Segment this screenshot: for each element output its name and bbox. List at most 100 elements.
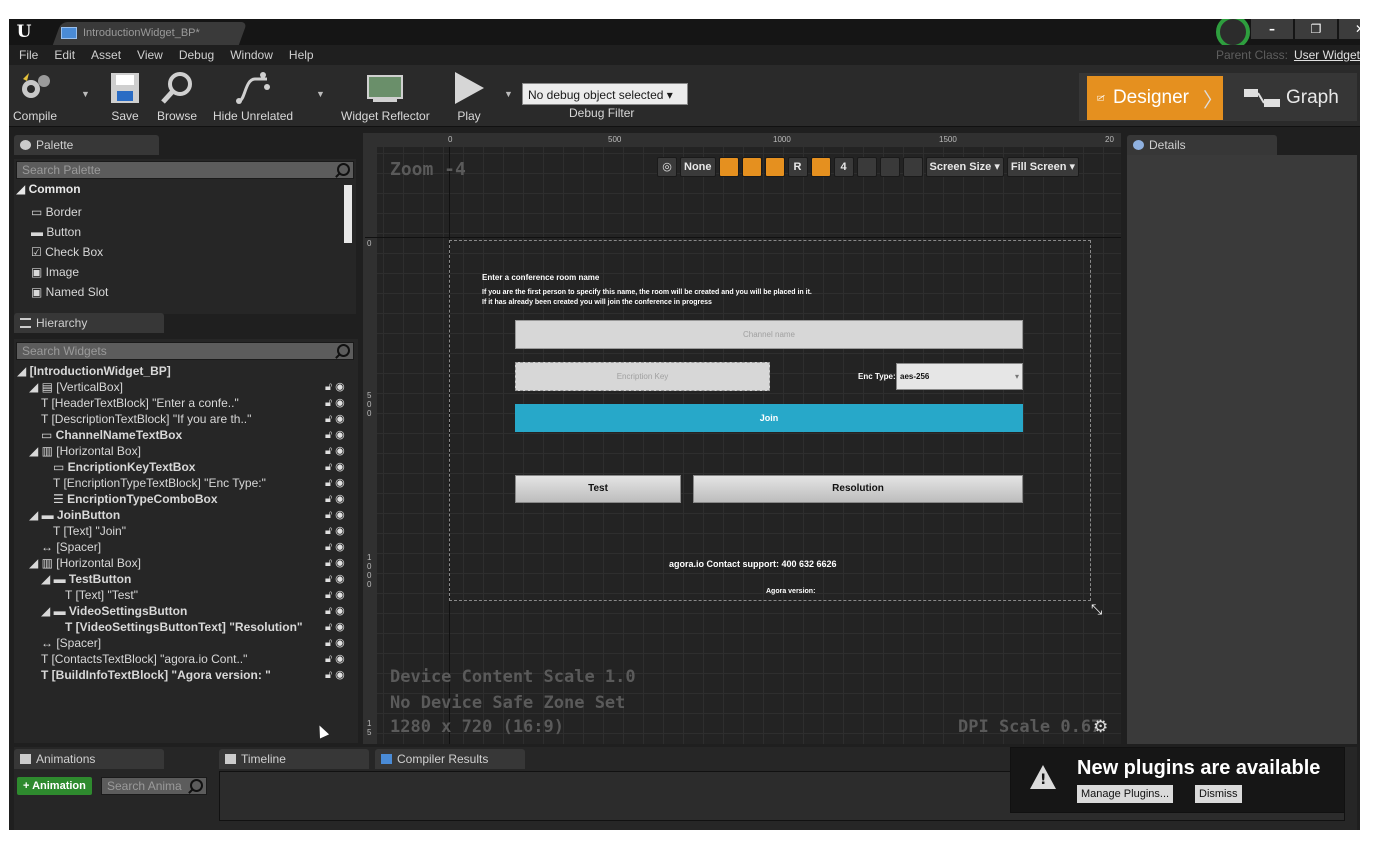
hierarchy-row[interactable]: ◢ ▤ [VerticalBox] (29, 379, 123, 395)
dismiss-button[interactable]: Dismiss (1195, 785, 1242, 803)
graph-mode-button[interactable]: Graph (1244, 76, 1339, 120)
lock-toggle-icon[interactable] (741, 157, 762, 177)
palette-item-named-slot[interactable]: ▣ Named Slot (31, 282, 108, 302)
hierarchy-row[interactable]: ◢ ▬ JoinButton (29, 507, 120, 523)
compile-options-caret-icon[interactable]: ▼ (81, 89, 90, 99)
hierarchy-row[interactable]: T [BuildInfoTextBlock] "Agora version: " (41, 667, 271, 683)
add-animation-button[interactable]: + Animation (17, 777, 92, 795)
hierarchy-row[interactable]: T [ContactsTextBlock] "agora.io Cont.." (41, 651, 247, 667)
lock-visibility-toggle-icon[interactable]: 🔓︎ ◉ (325, 571, 345, 587)
contacts-text-block[interactable]: agora.io Contact support: 400 632 6626 (669, 559, 837, 569)
widget-preview-frame[interactable]: Enter a conference room name If you are … (449, 240, 1091, 601)
lock-visibility-toggle-icon[interactable]: 🔓︎ ◉ (325, 411, 345, 427)
preview-image-icon[interactable] (879, 157, 900, 177)
lock-visibility-toggle-icon[interactable]: 🔓︎ ◉ (325, 507, 345, 523)
lock-visibility-toggle-icon[interactable]: 🔓︎ ◉ (325, 523, 345, 539)
hierarchy-row[interactable]: T [HeaderTextBlock] "Enter a confe.." (41, 395, 239, 411)
lock-visibility-toggle-icon[interactable]: 🔓︎ ◉ (325, 667, 345, 683)
designer-mode-button[interactable]: Designer 〉 (1087, 76, 1223, 120)
play-button[interactable]: Play (449, 69, 489, 123)
transform-mode-icon[interactable] (764, 157, 785, 177)
menu-view[interactable]: View (137, 48, 163, 62)
grid-snap-value[interactable]: 4 (833, 157, 854, 177)
lock-visibility-toggle-icon[interactable]: 🔓︎ ◉ (325, 443, 345, 459)
hierarchy-row[interactable]: ◢ ▥ [Horizontal Box] (29, 443, 141, 459)
lock-visibility-toggle-icon[interactable]: 🔓︎ ◉ (325, 587, 345, 603)
lock-visibility-toggle-icon[interactable]: 🔓︎ ◉ (325, 635, 345, 651)
manage-plugins-button[interactable]: Manage Plugins... (1077, 785, 1174, 803)
menu-file[interactable]: File (19, 48, 38, 62)
lock-visibility-toggle-icon[interactable]: 🔓︎ ◉ (325, 555, 345, 571)
maximize-button[interactable]: ❐ (1295, 19, 1337, 39)
palette-item-border[interactable]: ▭ Border (31, 202, 82, 222)
close-button[interactable]: ✕ (1339, 19, 1360, 39)
hierarchy-row[interactable]: ◢ ▬ VideoSettingsButton (41, 603, 187, 619)
safe-zone-icon[interactable] (902, 157, 923, 177)
lock-visibility-toggle-icon[interactable]: 🔓︎ ◉ (325, 603, 345, 619)
widget-reflector-button[interactable]: Widget Reflector (341, 69, 430, 123)
hierarchy-row[interactable]: ◢ [IntroductionWidget_BP] (17, 363, 171, 379)
encription-key-textbox[interactable]: Encription Key (515, 362, 770, 391)
lock-visibility-toggle-icon[interactable]: 🔓︎ ◉ (325, 379, 345, 395)
hierarchy-row[interactable]: ↔ [Spacer] (41, 635, 101, 651)
localization-preview-globe-icon[interactable]: ◎ (657, 157, 677, 177)
menu-asset[interactable]: Asset (91, 48, 121, 62)
dpi-settings-gear-icon[interactable]: ⚙ (1093, 717, 1108, 737)
hierarchy-row[interactable]: ◢ ▬ TestButton (41, 571, 131, 587)
description-text-line-1[interactable]: If you are the first person to specify t… (482, 289, 812, 296)
hierarchy-row[interactable]: T [DescriptionTextBlock] "If you are th.… (41, 411, 251, 427)
fill-screen-dropdown[interactable]: Fill Screen ▾ (1006, 157, 1080, 177)
hierarchy-row[interactable]: T [VideoSettingsButtonText] "Resolution" (65, 619, 303, 635)
hierarchy-search-input[interactable]: Search Widgets (16, 342, 354, 360)
relative-transform-r-button[interactable]: R (787, 157, 808, 177)
lock-visibility-toggle-icon[interactable]: 🔓︎ ◉ (325, 459, 345, 475)
parent-class-value[interactable]: User Widget (1294, 48, 1360, 62)
lock-visibility-toggle-icon[interactable]: 🔓︎ ◉ (325, 491, 345, 507)
hierarchy-row[interactable]: ☰ EncriptionTypeComboBox (53, 491, 218, 507)
lock-visibility-toggle-icon[interactable]: 🔓︎ ◉ (325, 619, 345, 635)
lock-visibility-toggle-icon[interactable]: 🔓︎ ◉ (325, 395, 345, 411)
hierarchy-row[interactable]: T [EncriptionTypeTextBlock] "Enc Type:" (53, 475, 266, 491)
resize-handle-icon[interactable]: ⤡ (1091, 601, 1102, 618)
channel-name-textbox[interactable]: Channel name (515, 320, 1023, 349)
palette-item-check-box[interactable]: ☑ Check Box (31, 242, 103, 262)
rotation-snap-icon[interactable] (856, 157, 877, 177)
menu-debug[interactable]: Debug (179, 48, 214, 62)
screen-size-dropdown[interactable]: Screen Size ▾ (925, 157, 1004, 177)
hierarchy-row[interactable]: ↔ [Spacer] (41, 539, 101, 555)
lock-visibility-toggle-icon[interactable]: 🔓︎ ◉ (325, 427, 345, 443)
palette-item-button[interactable]: ▬ Button (31, 222, 81, 242)
minimize-button[interactable]: – (1251, 19, 1293, 39)
hide-unrelated-caret-icon[interactable]: ▼ (316, 89, 325, 99)
animations-tab[interactable]: Animations (14, 749, 164, 769)
palette-item-image[interactable]: ▣ Image (31, 262, 79, 282)
header-text-block[interactable]: Enter a conference room name (482, 273, 599, 282)
compiler-results-tab[interactable]: Compiler Results (375, 749, 525, 769)
localization-none-button[interactable]: None (680, 157, 716, 177)
video-settings-button[interactable]: Resolution (693, 475, 1023, 503)
palette-search-input[interactable]: Search Palette (16, 161, 354, 179)
play-options-caret-icon[interactable]: ▼ (504, 89, 513, 99)
hide-unrelated-button[interactable]: Hide Unrelated (213, 69, 293, 123)
outline-toggle-icon[interactable] (718, 157, 739, 177)
animation-search-input[interactable]: Search Anima (101, 777, 207, 795)
menu-window[interactable]: Window (230, 48, 273, 62)
lock-visibility-toggle-icon[interactable]: 🔓︎ ◉ (325, 475, 345, 491)
hierarchy-row[interactable]: T [Text] "Join" (53, 523, 126, 539)
browse-button[interactable]: Browse (157, 69, 197, 123)
hierarchy-row[interactable]: T [Text] "Test" (65, 587, 138, 603)
save-button[interactable]: Save (105, 69, 145, 123)
encription-type-combo-box[interactable]: aes-256 ▾ (896, 363, 1023, 390)
hierarchy-row[interactable]: ◢ ▥ [Horizontal Box] (29, 555, 141, 571)
lock-visibility-toggle-icon[interactable]: 🔓︎ ◉ (325, 651, 345, 667)
palette-category-common[interactable]: ◢ Common (16, 182, 81, 196)
debug-object-select[interactable]: No debug object selected ▾ (522, 83, 688, 105)
hierarchy-tab[interactable]: Hierarchy (14, 313, 164, 333)
timeline-tab[interactable]: Timeline (219, 749, 369, 769)
build-info-text-block[interactable]: Agora version: (766, 588, 815, 595)
palette-scrollbar[interactable] (344, 185, 352, 243)
details-tab[interactable]: Details (1127, 135, 1277, 155)
menu-help[interactable]: Help (289, 48, 314, 62)
hierarchy-row[interactable]: ▭ ChannelNameTextBox (41, 427, 182, 443)
compile-button[interactable]: Compile (13, 69, 57, 123)
